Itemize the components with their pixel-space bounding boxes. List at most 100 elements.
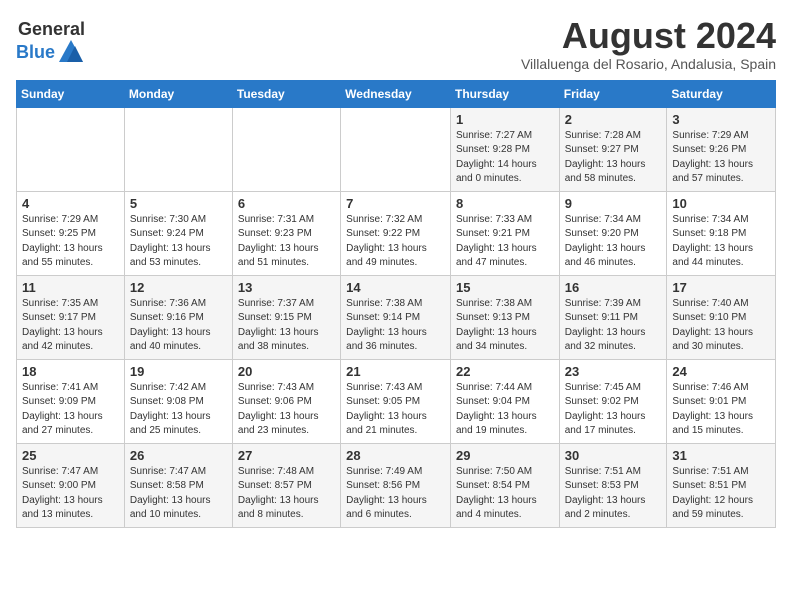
day-info: Sunrise: 7:44 AMSunset: 9:04 PMDaylight:…: [456, 381, 554, 439]
week-row-1: 1 Sunrise: 7:27 AMSunset: 9:28 PMDaylight…: [17, 107, 776, 191]
day-cell: 2Sunrise: 7:28 AMSunset: 9:27 PMDaylight…: [559, 107, 667, 191]
day-number: 4: [22, 196, 119, 211]
day-number: 29: [456, 448, 554, 463]
day-cell: 1 Sunrise: 7:27 AMSunset: 9:28 PMDaylight…: [450, 107, 559, 191]
day-info: Sunrise: 7:35 AMSunset: 9:17 PMDaylight:…: [22, 297, 119, 355]
day-number: 24: [672, 364, 770, 379]
day-cell: [341, 107, 451, 191]
col-header-saturday: Saturday: [667, 80, 776, 107]
day-cell: 6Sunrise: 7:31 AMSunset: 9:23 PMDaylight…: [232, 191, 340, 275]
day-cell: 26 Sunrise: 7:47 AMSunset: 8:58 PMDayligh…: [124, 443, 232, 527]
day-cell: [232, 107, 340, 191]
logo-icon: [57, 38, 85, 66]
day-cell: [17, 107, 125, 191]
col-header-monday: Monday: [124, 80, 232, 107]
header-row: SundayMondayTuesdayWednesdayThursdayFrid…: [17, 80, 776, 107]
day-number: 17: [672, 280, 770, 295]
week-row-2: 4 Sunrise: 7:29 AMSunset: 9:25 PMDaylight…: [17, 191, 776, 275]
day-cell: 18 Sunrise: 7:41 AMSunset: 9:09 PMDayligh…: [17, 359, 125, 443]
day-info: Sunrise: 7:41 AMSunset: 9:09 PMDaylight:…: [22, 381, 119, 439]
day-number: 25: [22, 448, 119, 463]
col-header-wednesday: Wednesday: [341, 80, 451, 107]
col-header-friday: Friday: [559, 80, 667, 107]
week-row-5: 25 Sunrise: 7:47 AMSunset: 9:00 PMDayligh…: [17, 443, 776, 527]
day-info: Sunrise: 7:46 AMSunset: 9:01 PMDaylight:…: [672, 381, 770, 439]
day-info: Sunrise: 7:48 AMSunset: 8:57 PMDaylight:…: [238, 465, 335, 523]
day-cell: 29 Sunrise: 7:50 AMSunset: 8:54 PMDayligh…: [450, 443, 559, 527]
day-number: 11: [22, 280, 119, 295]
day-cell: 30Sunrise: 7:51 AMSunset: 8:53 PMDayligh…: [559, 443, 667, 527]
day-info: Sunrise: 7:38 AMSunset: 9:13 PMDaylight:…: [456, 297, 554, 355]
day-cell: 22 Sunrise: 7:44 AMSunset: 9:04 PMDayligh…: [450, 359, 559, 443]
day-cell: 10 Sunrise: 7:34 AMSunset: 9:18 PMDayligh…: [667, 191, 776, 275]
day-number: 27: [238, 448, 335, 463]
day-cell: 23 Sunrise: 7:45 AMSunset: 9:02 PMDayligh…: [559, 359, 667, 443]
logo-blue: Blue: [16, 43, 55, 61]
day-number: 28: [346, 448, 445, 463]
day-info: Sunrise: 7:29 AMSunset: 9:25 PMDaylight:…: [22, 213, 119, 271]
day-cell: [124, 107, 232, 191]
day-cell: 20Sunrise: 7:43 AMSunset: 9:06 PMDayligh…: [232, 359, 340, 443]
day-info: Sunrise: 7:51 AMSunset: 8:51 PMDaylight:…: [672, 465, 770, 523]
day-info: Sunrise: 7:39 AMSunset: 9:11 PMDaylight:…: [565, 297, 662, 355]
day-cell: 31 Sunrise: 7:51 AMSunset: 8:51 PMDayligh…: [667, 443, 776, 527]
day-cell: 21 Sunrise: 7:43 AMSunset: 9:05 PMDayligh…: [341, 359, 451, 443]
day-number: 23: [565, 364, 662, 379]
day-cell: 3 Sunrise: 7:29 AMSunset: 9:26 PMDaylight…: [667, 107, 776, 191]
day-info: Sunrise: 7:42 AMSunset: 9:08 PMDaylight:…: [130, 381, 227, 439]
day-cell: 19 Sunrise: 7:42 AMSunset: 9:08 PMDayligh…: [124, 359, 232, 443]
day-info: Sunrise: 7:43 AMSunset: 9:05 PMDaylight:…: [346, 381, 445, 439]
day-info: Sunrise: 7:38 AMSunset: 9:14 PMDaylight:…: [346, 297, 445, 355]
day-cell: 24 Sunrise: 7:46 AMSunset: 9:01 PMDayligh…: [667, 359, 776, 443]
day-number: 20: [238, 364, 335, 379]
day-cell: 8Sunrise: 7:33 AMSunset: 9:21 PMDaylight…: [450, 191, 559, 275]
day-info: Sunrise: 7:47 AMSunset: 9:00 PMDaylight:…: [22, 465, 119, 523]
day-number: 10: [672, 196, 770, 211]
day-info: Sunrise: 7:49 AMSunset: 8:56 PMDaylight:…: [346, 465, 445, 523]
day-info: Sunrise: 7:33 AMSunset: 9:21 PMDaylight:…: [456, 213, 554, 271]
day-number: 16: [565, 280, 662, 295]
day-number: 14: [346, 280, 445, 295]
day-cell: 13Sunrise: 7:37 AMSunset: 9:15 PMDayligh…: [232, 275, 340, 359]
day-info: Sunrise: 7:32 AMSunset: 9:22 PMDaylight:…: [346, 213, 445, 271]
week-row-4: 18 Sunrise: 7:41 AMSunset: 9:09 PMDayligh…: [17, 359, 776, 443]
day-number: 26: [130, 448, 227, 463]
day-cell: 9Sunrise: 7:34 AMSunset: 9:20 PMDaylight…: [559, 191, 667, 275]
day-number: 18: [22, 364, 119, 379]
day-number: 2: [565, 112, 662, 127]
day-cell: 25 Sunrise: 7:47 AMSunset: 9:00 PMDayligh…: [17, 443, 125, 527]
logo: General Blue: [16, 20, 85, 66]
day-cell: 5Sunrise: 7:30 AMSunset: 9:24 PMDaylight…: [124, 191, 232, 275]
col-header-tuesday: Tuesday: [232, 80, 340, 107]
day-cell: 12 Sunrise: 7:36 AMSunset: 9:16 PMDayligh…: [124, 275, 232, 359]
day-number: 7: [346, 196, 445, 211]
header: General Blue August 2024 Villaluenga del…: [16, 16, 776, 72]
day-number: 19: [130, 364, 227, 379]
day-number: 6: [238, 196, 335, 211]
day-number: 21: [346, 364, 445, 379]
day-info: Sunrise: 7:27 AMSunset: 9:28 PMDaylight:…: [456, 129, 554, 187]
day-info: Sunrise: 7:50 AMSunset: 8:54 PMDaylight:…: [456, 465, 554, 523]
day-number: 12: [130, 280, 227, 295]
day-number: 22: [456, 364, 554, 379]
day-info: Sunrise: 7:29 AMSunset: 9:26 PMDaylight:…: [672, 129, 770, 187]
month-title: August 2024: [521, 16, 776, 56]
day-info: Sunrise: 7:34 AMSunset: 9:18 PMDaylight:…: [672, 213, 770, 271]
day-cell: 7 Sunrise: 7:32 AMSunset: 9:22 PMDaylight…: [341, 191, 451, 275]
day-number: 13: [238, 280, 335, 295]
day-info: Sunrise: 7:51 AMSunset: 8:53 PMDaylight:…: [565, 465, 662, 523]
col-header-sunday: Sunday: [17, 80, 125, 107]
logo-general: General: [18, 20, 85, 38]
day-cell: 17 Sunrise: 7:40 AMSunset: 9:10 PMDayligh…: [667, 275, 776, 359]
day-info: Sunrise: 7:40 AMSunset: 9:10 PMDaylight:…: [672, 297, 770, 355]
day-info: Sunrise: 7:45 AMSunset: 9:02 PMDaylight:…: [565, 381, 662, 439]
week-row-3: 11 Sunrise: 7:35 AMSunset: 9:17 PMDayligh…: [17, 275, 776, 359]
day-number: 1: [456, 112, 554, 127]
day-number: 9: [565, 196, 662, 211]
day-number: 31: [672, 448, 770, 463]
day-info: Sunrise: 7:36 AMSunset: 9:16 PMDaylight:…: [130, 297, 227, 355]
day-cell: 27 Sunrise: 7:48 AMSunset: 8:57 PMDayligh…: [232, 443, 340, 527]
day-number: 3: [672, 112, 770, 127]
day-info: Sunrise: 7:47 AMSunset: 8:58 PMDaylight:…: [130, 465, 227, 523]
day-cell: 15Sunrise: 7:38 AMSunset: 9:13 PMDayligh…: [450, 275, 559, 359]
